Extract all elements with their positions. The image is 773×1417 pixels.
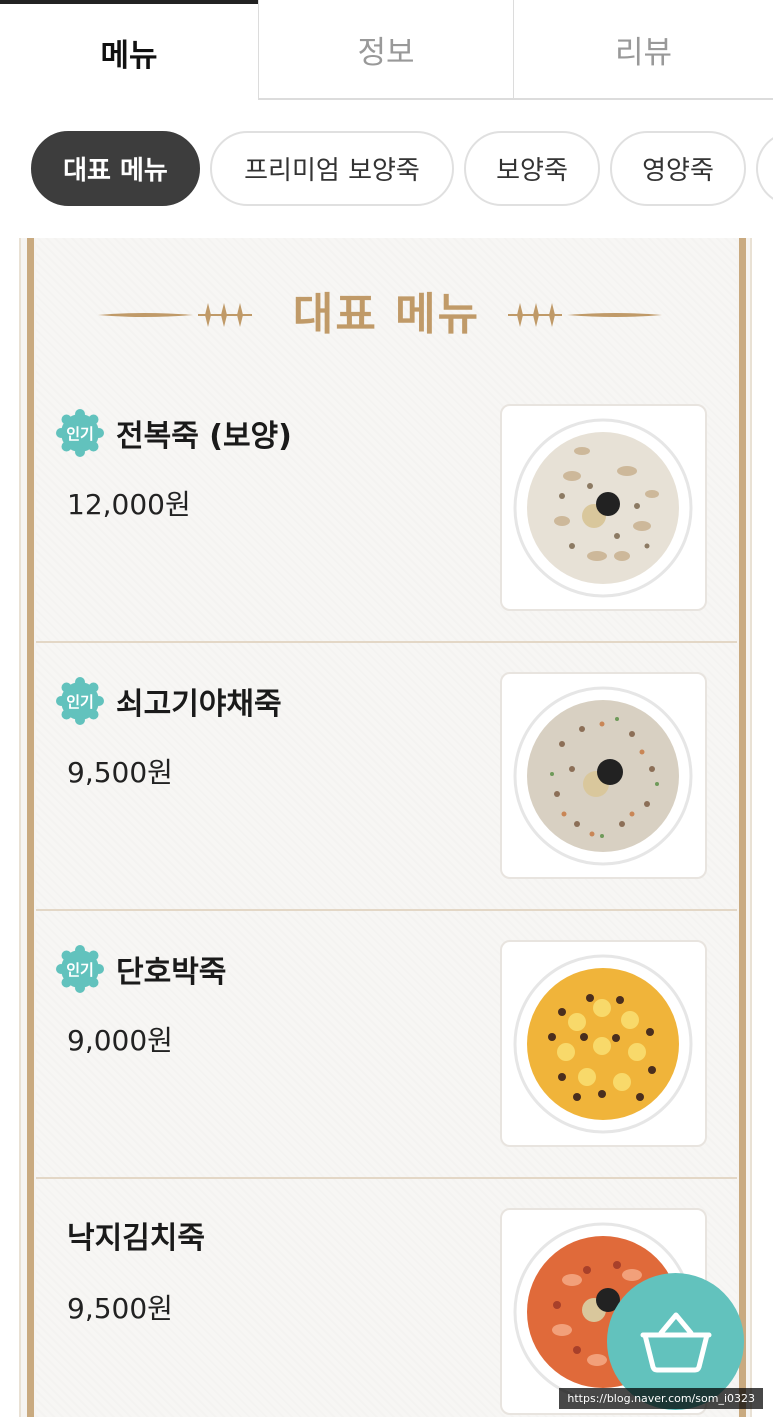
pumpkin-porridge-icon	[513, 954, 693, 1134]
popular-badge: 인기	[56, 945, 104, 993]
menu-item-title-row: 낙지김치죽	[67, 1213, 205, 1257]
menu-item[interactable]: 인기 쇠고기야채죽 9,500원	[36, 643, 737, 911]
menu-item-name: 쇠고기야채죽	[116, 687, 282, 722]
menu-item-name: 전복죽 (보양)	[116, 419, 292, 454]
tab-review[interactable]: 리뷰	[513, 0, 773, 100]
menu-item-title-row: 인기 전복죽 (보양)	[56, 409, 292, 457]
tab-info[interactable]: 정보	[258, 0, 513, 100]
chip-more-clipped[interactable]	[756, 131, 773, 206]
menu-item[interactable]: 인기 전복죽 (보양) 12,000원	[36, 375, 737, 643]
menu-item[interactable]: 인기 단호박죽 9,000원	[36, 911, 737, 1179]
badge-label: 인기	[66, 960, 94, 979]
section-header: 대표 메뉴	[36, 278, 737, 348]
menu-item-name: 낙지김치죽	[67, 1221, 205, 1256]
menu-item-name: 단호박죽	[116, 955, 227, 990]
popular-badge: 인기	[56, 409, 104, 457]
menu-item-price: 9,500원	[67, 756, 173, 789]
right-ornament-icon	[508, 303, 662, 327]
pumpkin-porridge-image[interactable]	[500, 940, 707, 1147]
menu-board-paper: 대표 메뉴 인기 전복죽 (보양) 12,000원 인기 쇠고기야채죽 9,50…	[36, 238, 737, 1417]
top-tab-bar: 메뉴 정보 리뷰	[0, 0, 773, 100]
menu-item-price: 9,000원	[67, 1024, 173, 1057]
abalone-porridge-icon	[513, 418, 693, 598]
menu-board: 대표 메뉴 인기 전복죽 (보양) 12,000원 인기 쇠고기야채죽 9,50…	[19, 238, 752, 1417]
beef-vegetable-porridge-icon	[513, 686, 693, 866]
menu-item-title-row: 인기 단호박죽	[56, 945, 226, 993]
chip-nutrition-porridge[interactable]: 영양죽	[610, 131, 746, 206]
abalone-porridge-image[interactable]	[500, 404, 707, 611]
menu-item-title-row: 인기 쇠고기야채죽	[56, 677, 282, 725]
menu-item-price: 9,500원	[67, 1292, 173, 1325]
chip-premium-healthy-porridge[interactable]: 프리미엄 보양죽	[210, 131, 454, 206]
badge-label: 인기	[66, 692, 94, 711]
blog-watermark: https://blog.naver.com/som_i0323	[559, 1388, 763, 1409]
chip-signature-menu[interactable]: 대표 메뉴	[31, 131, 200, 206]
popular-badge: 인기	[56, 677, 104, 725]
badge-label: 인기	[66, 424, 94, 443]
beef-vegetable-porridge-image[interactable]	[500, 672, 707, 879]
tab-menu[interactable]: 메뉴	[0, 0, 258, 100]
category-chip-bar: 대표 메뉴 프리미엄 보양죽 보양죽 영양죽	[31, 131, 773, 206]
basket-icon	[640, 1312, 711, 1372]
menu-item-price: 12,000원	[67, 488, 191, 521]
chip-healthy-porridge[interactable]: 보양죽	[464, 131, 600, 206]
